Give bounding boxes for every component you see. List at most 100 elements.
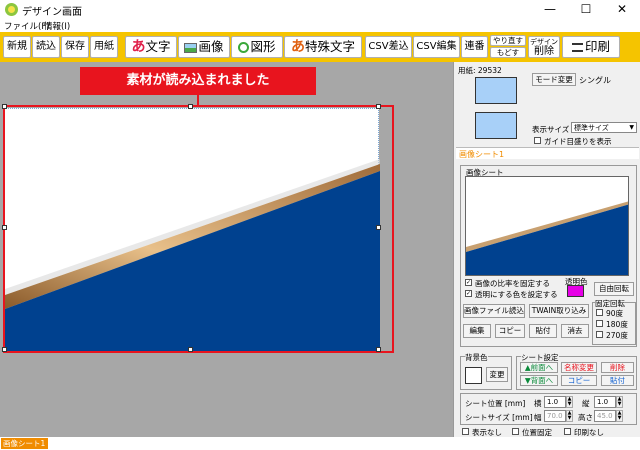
right-panel: 用紙: 29532 モード変更 シングル 表示サイズ 標準サイズ ▼ ガイド目盛… bbox=[453, 62, 640, 437]
guide-checkbox[interactable] bbox=[534, 137, 541, 144]
hide-checkbox[interactable] bbox=[462, 428, 469, 435]
sheet-copy-button[interactable]: コピー bbox=[561, 375, 597, 386]
image-button[interactable]: 画像 bbox=[178, 36, 230, 58]
paper-button[interactable]: 用紙 bbox=[90, 36, 118, 58]
design-delete-top: デザイン bbox=[530, 38, 558, 46]
free-rotate-button[interactable]: 自由回転 bbox=[594, 282, 634, 296]
menu-info[interactable]: 情報(I) bbox=[44, 20, 70, 32]
bg-color-swatch[interactable] bbox=[465, 367, 482, 384]
new-button[interactable]: 新規 bbox=[3, 36, 31, 58]
height-label: 高さ bbox=[578, 413, 593, 422]
image-thumbnail bbox=[465, 176, 629, 276]
bg-change-button[interactable]: 変更 bbox=[486, 367, 508, 382]
height-input[interactable]: 45.0 bbox=[594, 410, 616, 422]
special-text-label: 特殊文字 bbox=[304, 39, 355, 54]
toolbar: 新規 読込 保存 用紙 あ文字 画像 図形 あ特殊文字 CSV差込 CSV編集 … bbox=[0, 32, 640, 62]
status-bar bbox=[0, 437, 640, 450]
menu-bar: ファイル(F) 情報(I) bbox=[0, 19, 640, 32]
sheet-title: 画像シート1 bbox=[459, 150, 505, 159]
text-button[interactable]: あ文字 bbox=[125, 36, 177, 58]
chevron-down-icon: ▼ bbox=[629, 124, 634, 131]
resize-handle[interactable] bbox=[376, 104, 381, 109]
rotate-270-checkbox[interactable] bbox=[596, 331, 603, 338]
horizontal-input[interactable]: 1.0 bbox=[544, 396, 566, 408]
maximize-button[interactable]: ☐ bbox=[568, 0, 604, 19]
resize-handle[interactable] bbox=[376, 225, 381, 230]
transparent-checkbox[interactable]: ✓ bbox=[465, 290, 472, 297]
menu-file[interactable]: ファイル(F) bbox=[4, 20, 50, 32]
resize-handle[interactable] bbox=[188, 347, 193, 352]
design-delete-button[interactable]: デザイン 削除 bbox=[528, 36, 560, 58]
rotate-90-label: 90度 bbox=[606, 309, 624, 318]
paper-label: 用紙: 29532 bbox=[458, 66, 502, 75]
keep-ratio-label: 画像の比率を固定する bbox=[475, 279, 550, 288]
vertical-stepper[interactable]: ▲ ▼ bbox=[616, 396, 623, 408]
display-size-label: 表示サイズ bbox=[532, 125, 570, 134]
sheet-header: 画像シート1 bbox=[456, 147, 639, 159]
serial-number-button[interactable]: 連番 bbox=[461, 36, 488, 58]
special-text-button[interactable]: あ特殊文字 bbox=[284, 36, 362, 58]
single-page-preview[interactable] bbox=[475, 77, 517, 104]
rotate-180-checkbox[interactable] bbox=[596, 320, 603, 327]
print-button[interactable]: 印刷 bbox=[562, 36, 620, 58]
thumbnail-image bbox=[466, 201, 628, 275]
save-button[interactable]: 保存 bbox=[61, 36, 89, 58]
mode-change-button[interactable]: モード変更 bbox=[532, 73, 576, 86]
image-button-label: 画像 bbox=[198, 39, 224, 54]
paste-button[interactable]: 貼付 bbox=[529, 324, 557, 338]
printer-icon bbox=[571, 43, 583, 52]
circle-icon bbox=[238, 42, 250, 53]
text-a-icon: あ bbox=[131, 39, 146, 55]
redo-button[interactable]: やり直す bbox=[490, 35, 526, 46]
resize-handle[interactable] bbox=[2, 225, 7, 230]
print-button-label: 印刷 bbox=[584, 39, 610, 54]
minimize-button[interactable]: — bbox=[532, 0, 568, 19]
resize-handle[interactable] bbox=[2, 347, 7, 352]
height-stepper[interactable]: ▲ ▼ bbox=[616, 410, 623, 422]
resize-handle[interactable] bbox=[376, 347, 381, 352]
resize-handle[interactable] bbox=[2, 104, 7, 109]
page-preview-2[interactable] bbox=[475, 112, 517, 139]
vertical-input[interactable]: 1.0 bbox=[594, 396, 616, 408]
close-button[interactable]: ✕ bbox=[604, 0, 640, 19]
load-button[interactable]: 読込 bbox=[32, 36, 60, 58]
csv-insert-button[interactable]: CSV差込 bbox=[365, 36, 412, 58]
width-stepper[interactable]: ▲ ▼ bbox=[566, 410, 573, 422]
app-icon bbox=[5, 3, 18, 16]
sheet-position-label: シート位置 [mm] bbox=[465, 399, 526, 408]
twain-button[interactable]: TWAIN取り込み bbox=[529, 304, 589, 318]
transparent-color-swatch[interactable] bbox=[567, 285, 584, 297]
shape-button[interactable]: 図形 bbox=[231, 36, 283, 58]
resize-handle[interactable] bbox=[188, 104, 193, 109]
sheet-delete-button[interactable]: 削除 bbox=[601, 362, 634, 373]
erase-button[interactable]: 消去 bbox=[561, 324, 589, 338]
guide-checkbox-label: ガイド目盛りを表示 bbox=[544, 137, 612, 146]
rotate-90-checkbox[interactable] bbox=[596, 309, 603, 316]
sheet-tab[interactable]: 画像シート1 bbox=[1, 438, 48, 449]
rotate-270-label: 270度 bbox=[606, 331, 628, 340]
csv-edit-button[interactable]: CSV編集 bbox=[413, 36, 460, 58]
undo-button[interactable]: もどす bbox=[490, 47, 526, 58]
callout-pointer bbox=[197, 95, 199, 107]
no-print-checkbox[interactable] bbox=[564, 428, 571, 435]
width-input[interactable]: 70.0 bbox=[544, 410, 566, 422]
vertical-label: 縦 bbox=[582, 399, 590, 408]
display-size-select[interactable]: 標準サイズ ▼ bbox=[571, 122, 637, 133]
bring-front-button[interactable]: ▲前面へ bbox=[520, 362, 558, 373]
copy-button[interactable]: コピー bbox=[495, 324, 525, 338]
rename-button[interactable]: 名称変更 bbox=[561, 362, 597, 373]
sheet-paste-button[interactable]: 貼付 bbox=[601, 375, 634, 386]
special-a-icon: あ bbox=[290, 39, 305, 55]
lock-position-checkbox[interactable] bbox=[512, 428, 519, 435]
edit-button[interactable]: 編集 bbox=[463, 324, 491, 338]
notification-callout: 素材が読み込まれました bbox=[80, 67, 316, 95]
display-size-value: 標準サイズ bbox=[574, 124, 609, 132]
horizontal-stepper[interactable]: ▲ ▼ bbox=[566, 396, 573, 408]
keep-ratio-checkbox[interactable]: ✓ bbox=[465, 279, 472, 286]
picture-icon bbox=[184, 42, 198, 53]
send-back-button[interactable]: ▼背面へ bbox=[520, 375, 558, 386]
sheet-size-label: シートサイズ [mm] bbox=[465, 413, 533, 422]
load-image-file-button[interactable]: 画像ファイル読込 bbox=[463, 304, 525, 318]
design-delete-label: 削除 bbox=[534, 46, 554, 57]
selection-frame[interactable] bbox=[2, 104, 394, 353]
